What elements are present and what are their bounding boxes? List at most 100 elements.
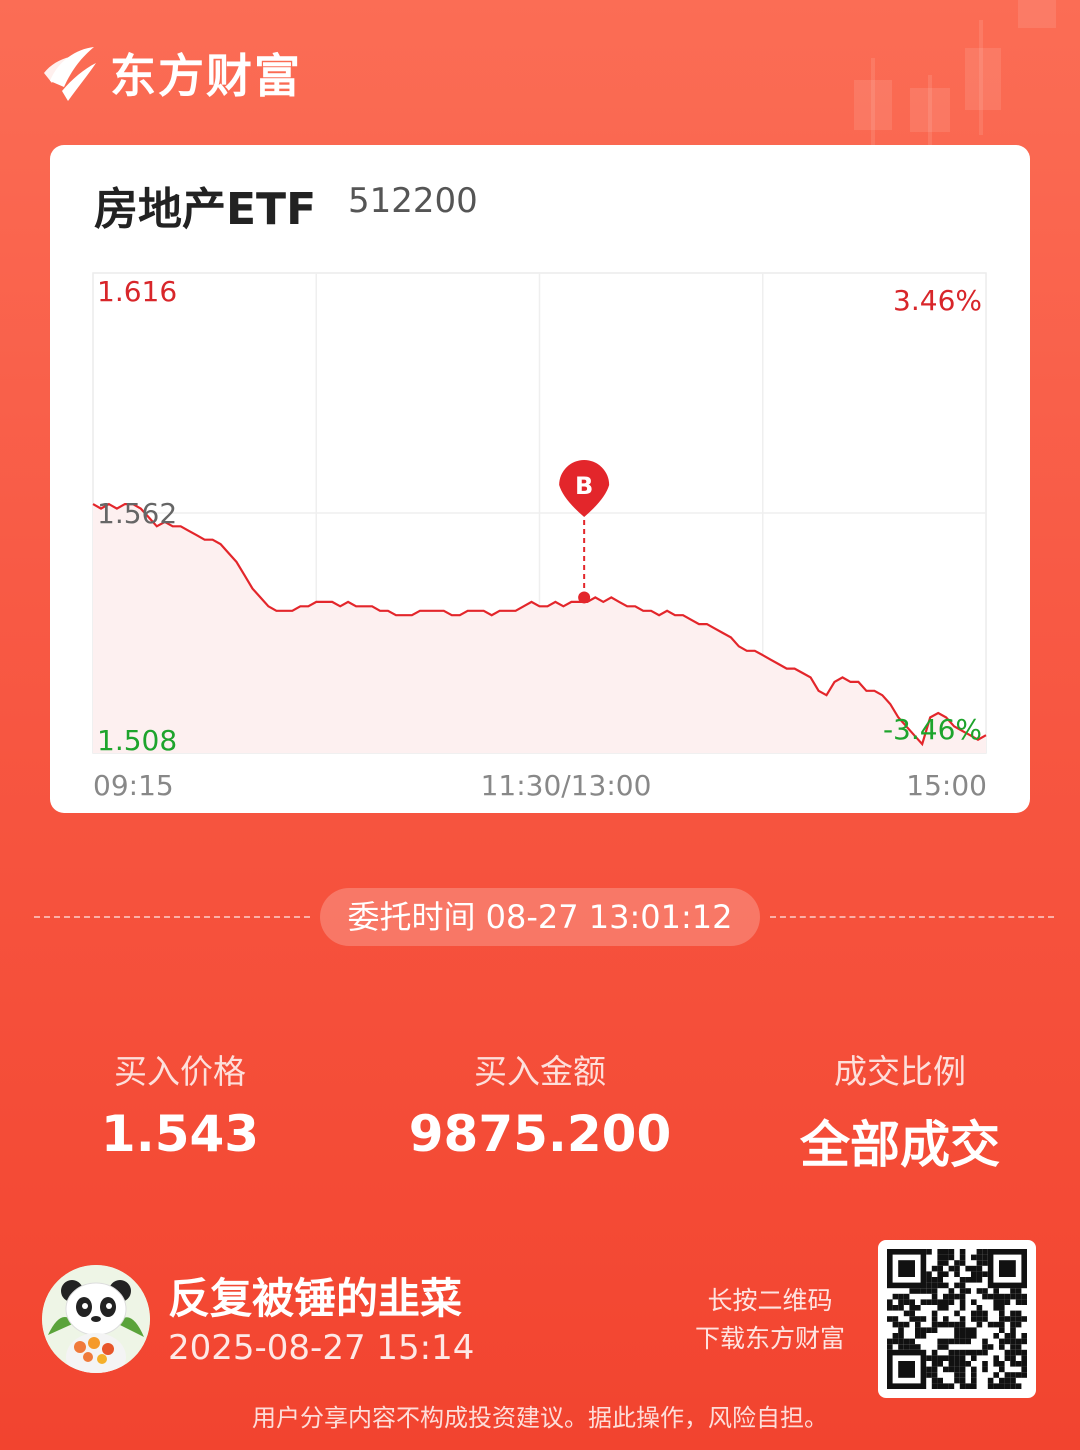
qr-module (937, 1282, 943, 1289)
qr-module (943, 1316, 949, 1322)
qr-module (926, 1249, 932, 1255)
qr-module (943, 1383, 949, 1389)
dashed-divider-right (770, 916, 1054, 918)
qr-finder (999, 1260, 1016, 1277)
qr-module (1010, 1310, 1016, 1317)
qr-module (898, 1338, 904, 1345)
decor-candle (910, 88, 950, 132)
qr-module (887, 1316, 893, 1322)
qr-hint: 长按二维码 下载东方财富 (660, 1282, 880, 1358)
qr-module (971, 1271, 977, 1277)
qr-module (892, 1316, 899, 1322)
qr-module (926, 1327, 932, 1333)
qr-finder (898, 1361, 915, 1378)
qr-module (926, 1288, 932, 1294)
qr-module (892, 1321, 899, 1328)
qr-module (943, 1305, 949, 1311)
qr-module (982, 1260, 988, 1266)
qr-module (943, 1293, 949, 1300)
qr-module (999, 1299, 1005, 1305)
qr-module (976, 1316, 983, 1322)
qr-module (1010, 1349, 1016, 1356)
qr-module (915, 1344, 921, 1350)
qr-module (931, 1361, 938, 1367)
qr-module (959, 1254, 966, 1261)
qr-module (976, 1260, 983, 1266)
qr-module (909, 1344, 915, 1350)
qr-module (926, 1271, 932, 1277)
qr-module (892, 1293, 899, 1300)
qr-module (999, 1338, 1005, 1345)
qr-module (965, 1349, 971, 1356)
qr-module (931, 1277, 938, 1283)
qr-module (937, 1265, 943, 1272)
stock-chart-card[interactable]: 房地产ETF 512200 1.616 1.562 1.508 3.46% -3… (50, 145, 1030, 813)
qr-module (959, 1355, 966, 1361)
qr-module (993, 1305, 999, 1311)
qr-module (915, 1305, 921, 1311)
qr-code-icon[interactable] (878, 1240, 1036, 1398)
qr-module (993, 1299, 999, 1305)
stat-label: 买入价格 (114, 1052, 246, 1091)
qr-module (920, 1299, 927, 1305)
qr-module (943, 1260, 949, 1266)
qr-module (1004, 1355, 1011, 1361)
qr-module (959, 1366, 966, 1373)
buy-marker[interactable]: B (559, 460, 610, 604)
qr-module (976, 1288, 983, 1294)
qr-module (954, 1265, 960, 1272)
disclaimer: 用户分享内容不构成投资建议。据此操作，风险自担。 (252, 1404, 828, 1432)
qr-module (948, 1361, 955, 1367)
qr-module (937, 1321, 943, 1328)
y-label-min: 1.508 (97, 724, 177, 757)
qr-module (937, 1377, 943, 1384)
qr-finder (898, 1260, 915, 1277)
qr-module (976, 1277, 983, 1283)
qr-module (887, 1338, 893, 1345)
qr-module (948, 1321, 955, 1328)
panda-avatar-icon[interactable] (42, 1265, 150, 1373)
qr-module (1004, 1349, 1011, 1356)
order-time-row: 委托时间 08-27 13:01:12 (34, 888, 1054, 946)
qr-module (909, 1305, 915, 1311)
qr-module (926, 1366, 932, 1373)
qr-module (926, 1372, 932, 1378)
qr-module (898, 1293, 904, 1300)
qr-module (959, 1338, 966, 1345)
qr-module (993, 1321, 999, 1328)
qr-module (1015, 1372, 1022, 1378)
qr-module (959, 1372, 966, 1378)
qr-module (1021, 1333, 1027, 1339)
qr-module (943, 1254, 949, 1261)
qr-module (931, 1383, 938, 1389)
qr-module (965, 1265, 971, 1272)
qr-module (959, 1288, 966, 1294)
x-tick-mid: 11:30/13:00 (481, 769, 652, 802)
qr-module (971, 1377, 977, 1384)
stat-buy-price: 买入价格 1.543 (0, 1045, 360, 1163)
qr-module (982, 1366, 988, 1373)
user-name[interactable]: 反复被锤的韭菜 (168, 1265, 462, 1326)
qr-module (959, 1361, 966, 1367)
qr-module (943, 1338, 949, 1345)
share-time: 2025-08-27 15:14 (168, 1328, 475, 1368)
eastmoney-logo-icon (44, 47, 96, 101)
qr-module (1021, 1355, 1027, 1361)
qr-module (937, 1383, 943, 1389)
qr-module (999, 1361, 1005, 1367)
qr-module (1015, 1344, 1022, 1350)
qr-module (965, 1333, 971, 1339)
qr-hint-line2: 下载东方财富 (694, 1324, 845, 1353)
qr-hint-line1: 长按二维码 (707, 1286, 833, 1315)
qr-module (943, 1271, 949, 1277)
qr-module (903, 1344, 910, 1350)
qr-module (926, 1355, 932, 1361)
dashed-divider-left (34, 916, 310, 918)
qr-module (909, 1288, 915, 1294)
qr-module (982, 1338, 988, 1345)
qr-module (915, 1316, 921, 1322)
qr-module (954, 1372, 960, 1378)
qr-module (971, 1355, 977, 1361)
qr-module (954, 1333, 960, 1339)
qr-module (954, 1282, 960, 1289)
